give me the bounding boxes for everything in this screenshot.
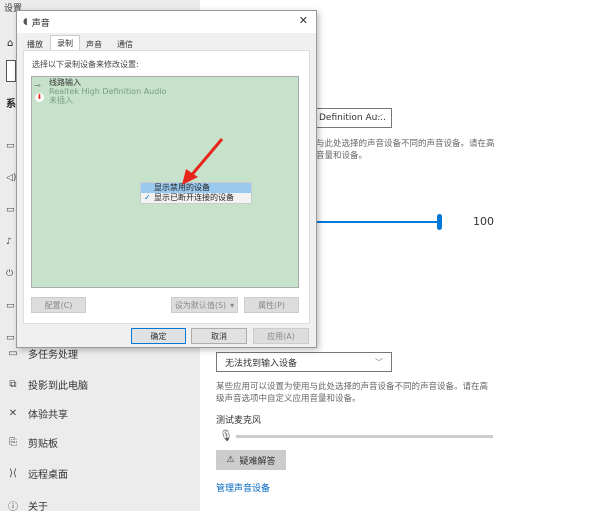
- tab-recording[interactable]: 录制: [50, 35, 80, 51]
- manage-sound-devices-link[interactable]: 管理声音设备: [216, 481, 270, 494]
- project-icon: ⧉: [9, 378, 17, 390]
- sidebar-partial-icons: ▭ ◁) ▭ ♪ ⏻ ▭ ▭: [6, 141, 17, 343]
- sidebar-item-label: 投影到此电脑: [28, 380, 88, 392]
- cancel-button[interactable]: 取消: [191, 328, 247, 344]
- remote-desktop-icon: ⟩⟨: [9, 467, 17, 479]
- warning-icon: ⚠: [226, 455, 235, 465]
- desc-line: 级声音选项中自定义应用音量和设备。: [216, 394, 361, 404]
- chevron-down-icon: ﹀: [375, 113, 383, 123]
- sidebar-item-project[interactable]: ⧉ 投影到此电脑: [6, 376, 88, 392]
- ok-button[interactable]: 确定: [131, 328, 186, 344]
- sidebar-item-clipboard[interactable]: ⎘ 剪贴板: [6, 434, 58, 450]
- red-arrow-annotation: [182, 138, 224, 185]
- device-item[interactable]: 线路输入 Realtek High Definition Audio 未插入: [49, 78, 166, 105]
- device-driver: Realtek High Definition Audio: [49, 87, 167, 96]
- volume-slider-track[interactable]: [316, 221, 440, 223]
- menu-item-show-disconnected[interactable]: ✓ 显示已断开连接的设备: [141, 193, 251, 203]
- set-default-button[interactable]: 设为默认值(S) ▾: [171, 297, 238, 313]
- sidebar-item-label: 剪贴板: [28, 438, 58, 450]
- search-box[interactable]: [6, 60, 16, 82]
- sidebar-item-label: 体验共享: [28, 409, 68, 421]
- chevron-down-icon: ▾: [230, 300, 235, 310]
- set-default-label: 设为默认值(S): [174, 300, 227, 310]
- arrow-shaft: [188, 138, 224, 178]
- line-in-icon: ⊸: [34, 81, 41, 90]
- dialog-title: 声音: [31, 18, 50, 29]
- sidebar-item-remote[interactable]: ⟩⟨ 远程桌面: [6, 465, 68, 481]
- troubleshoot-button[interactable]: ⚠ 疑难解答: [216, 450, 286, 470]
- input-device-dropdown[interactable]: 无法找到输入设备 ﹀: [216, 352, 392, 372]
- unplugged-icon: ⬇: [35, 93, 44, 102]
- desc-line: 音量和设备。: [316, 151, 368, 161]
- tab-communications[interactable]: 通信: [111, 37, 139, 51]
- sidebar-item-label: 关于: [28, 501, 48, 513]
- troubleshoot-label: 疑难解答: [239, 456, 276, 467]
- info-icon: ⓘ: [8, 501, 18, 513]
- multitask-icon: ▭: [8, 347, 18, 359]
- apply-button[interactable]: 应用(A): [253, 328, 309, 344]
- device-status: 未插入: [49, 96, 73, 105]
- desc-line: 与此处选择的声音设备不同的声音设备。请在高: [316, 139, 495, 149]
- check-icon: ✓: [144, 193, 151, 202]
- share-icon: ✕: [8, 407, 18, 419]
- dropdown-value: 无法找到输入设备: [225, 358, 298, 369]
- sidebar-item-share[interactable]: ✕ 体验共享: [6, 405, 68, 421]
- sidebar-item-label: 远程桌面: [28, 469, 68, 481]
- desc-line: 某些应用可以设置为使用与此处选择的声音设备不同的声音设备。请在高: [216, 382, 489, 392]
- tab-sounds[interactable]: 声音: [80, 37, 108, 51]
- home-icon[interactable]: ⌂: [7, 38, 13, 49]
- sidebar-heading: 系: [6, 99, 16, 110]
- clipboard-icon: ⎘: [9, 436, 17, 448]
- dialog-titlebar: ◖ 声音: [17, 11, 316, 33]
- menu-item-label: 显示已断开连接的设备: [154, 193, 234, 202]
- properties-button[interactable]: 属性(P): [244, 297, 299, 313]
- sound-dialog: ◖ 声音 ✕ 播放 录制 声音 通信 选择以下录制设备来修改设置: ⊸ ⬇ 线路输…: [16, 10, 317, 348]
- input-description: 某些应用可以设置为使用与此处选择的声音设备不同的声音设备。请在高 级声音选项中自定…: [216, 381, 506, 405]
- close-icon[interactable]: ✕: [299, 14, 308, 27]
- microphone-icon: 🎙: [219, 429, 233, 442]
- volume-value: 100: [473, 215, 494, 228]
- device-name: 线路输入: [49, 78, 81, 87]
- volume-slider-thumb[interactable]: [437, 214, 442, 230]
- instruction-text: 选择以下录制设备来修改设置:: [32, 60, 139, 69]
- mic-level-bar: [236, 435, 493, 438]
- output-description: 与此处选择的声音设备不同的声音设备。请在高 音量和设备。: [316, 138, 600, 162]
- chevron-down-icon: ﹀: [375, 357, 383, 367]
- speaker-icon: ◖: [23, 17, 28, 27]
- test-mic-label: 测试麦克风: [216, 416, 262, 426]
- tab-playback[interactable]: 播放: [21, 37, 49, 51]
- configure-button[interactable]: 配置(C): [31, 297, 86, 313]
